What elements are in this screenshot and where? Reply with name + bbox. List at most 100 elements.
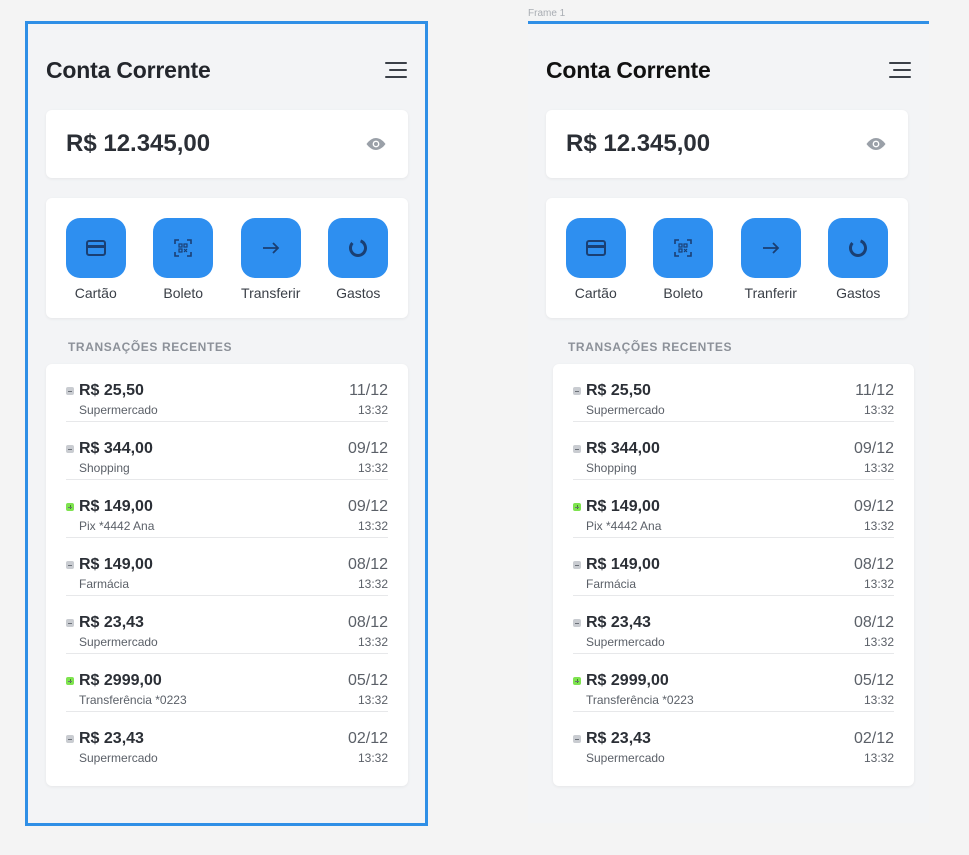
barcode-icon bbox=[674, 239, 693, 257]
transaction-description: Shopping bbox=[79, 461, 130, 475]
section-title: TRANSAÇÕES RECENTES bbox=[68, 340, 233, 354]
transaction-amount: R$ 25,50 bbox=[79, 382, 144, 399]
transaction-description: Supermercado bbox=[586, 403, 665, 417]
transaction-time: 13:32 bbox=[863, 751, 894, 765]
page-title: Conta Corrente bbox=[546, 56, 711, 83]
frame-label: Frame 1 bbox=[528, 8, 566, 19]
transaction-row[interactable]: R$ 149,00 Pix *4442 Ana 09/12 13:32 bbox=[66, 480, 388, 538]
transaction-row[interactable]: R$ 25,50 Supermercado 11/12 13:32 bbox=[573, 364, 894, 422]
transaction-date: 05/12 bbox=[853, 672, 894, 689]
action-boleto-button[interactable]: Boleto bbox=[643, 218, 723, 318]
action-card-button[interactable]: Cartão bbox=[556, 218, 636, 318]
screen-right: Conta Corrente R$ 12.345,00 Cartão Bolet… bbox=[528, 21, 929, 823]
credit-icon bbox=[66, 677, 74, 685]
transaction-time: 13:32 bbox=[357, 519, 388, 533]
transaction-time: 13:32 bbox=[357, 693, 388, 707]
balance-value: R$ 12.345,00 bbox=[566, 130, 711, 157]
action-label: Tranferir bbox=[744, 285, 797, 301]
transaction-description: Transferência *0223 bbox=[79, 693, 187, 707]
action-transfer-button[interactable]: Transferir bbox=[231, 218, 311, 318]
action-transfer-button[interactable]: Tranferir bbox=[731, 218, 811, 318]
debit-icon bbox=[66, 561, 74, 569]
transaction-row[interactable]: R$ 344,00 Shopping 09/12 13:32 bbox=[573, 422, 894, 480]
transaction-description: Farmácia bbox=[586, 577, 637, 591]
transaction-row[interactable]: R$ 23,43 Supermercado 02/12 13:32 bbox=[66, 712, 388, 770]
transaction-date: 08/12 bbox=[347, 614, 388, 631]
donut-chart-icon bbox=[349, 239, 368, 257]
transaction-row[interactable]: R$ 149,00 Farmácia 08/12 13:32 bbox=[573, 538, 894, 596]
transactions-list: R$ 25,50 Supermercado 11/12 13:32 R$ 344… bbox=[46, 364, 408, 786]
action-label: Transferir bbox=[241, 285, 301, 301]
transaction-time: 13:32 bbox=[863, 461, 894, 475]
transaction-row[interactable]: R$ 25,50 Supermercado 11/12 13:32 bbox=[66, 364, 388, 422]
barcode-icon bbox=[174, 239, 193, 257]
action-boleto-button[interactable]: Boleto bbox=[143, 218, 223, 318]
transaction-date: 09/12 bbox=[853, 440, 894, 457]
header: Conta Corrente bbox=[546, 54, 911, 86]
transaction-date: 08/12 bbox=[853, 614, 894, 631]
action-expenses-button[interactable]: Gastos bbox=[318, 218, 398, 318]
transaction-time: 13:32 bbox=[863, 403, 894, 417]
transaction-date: 02/12 bbox=[347, 730, 388, 747]
transaction-description: Shopping bbox=[586, 461, 637, 475]
eye-icon[interactable] bbox=[864, 136, 888, 152]
transaction-amount: R$ 149,00 bbox=[586, 556, 660, 573]
credit-icon bbox=[573, 677, 581, 685]
action-label: Boleto bbox=[663, 285, 704, 301]
actions-card: Cartão Boleto Tranferir Gastos bbox=[546, 198, 908, 318]
page-title: Conta Corrente bbox=[46, 56, 211, 83]
transaction-amount: R$ 149,00 bbox=[586, 498, 660, 515]
actions-card: Cartão Boleto Transferir Gastos bbox=[46, 198, 408, 318]
debit-icon bbox=[573, 735, 581, 743]
transaction-amount: R$ 23,43 bbox=[79, 730, 144, 747]
menu-icon[interactable] bbox=[385, 61, 407, 79]
transaction-date: 08/12 bbox=[347, 556, 388, 573]
action-expenses-button[interactable]: Gastos bbox=[818, 218, 898, 318]
transaction-date: 09/12 bbox=[347, 440, 388, 457]
transaction-row[interactable]: R$ 23,43 Supermercado 08/12 13:32 bbox=[573, 596, 894, 654]
header: Conta Corrente bbox=[46, 54, 407, 86]
transaction-time: 13:32 bbox=[863, 635, 894, 649]
transaction-date: 08/12 bbox=[853, 556, 894, 573]
transaction-time: 13:32 bbox=[863, 577, 894, 591]
transaction-date: 09/12 bbox=[347, 498, 388, 515]
transaction-time: 13:32 bbox=[357, 403, 388, 417]
transaction-date: 02/12 bbox=[853, 730, 894, 747]
transaction-time: 13:32 bbox=[357, 751, 388, 765]
transaction-row[interactable]: R$ 149,00 Pix *4442 Ana 09/12 13:32 bbox=[573, 480, 894, 538]
menu-icon[interactable] bbox=[889, 61, 911, 79]
transaction-amount: R$ 149,00 bbox=[79, 498, 153, 515]
transaction-amount: R$ 25,50 bbox=[586, 382, 651, 399]
transaction-date: 05/12 bbox=[347, 672, 388, 689]
card-icon bbox=[85, 240, 106, 256]
balance-card: R$ 12.345,00 bbox=[546, 110, 908, 178]
transaction-date: 11/12 bbox=[349, 382, 388, 399]
transaction-row[interactable]: R$ 23,43 Supermercado 02/12 13:32 bbox=[573, 712, 894, 770]
transaction-description: Pix *4442 Ana bbox=[79, 519, 155, 533]
action-label: Boleto bbox=[163, 285, 204, 301]
transaction-row[interactable]: R$ 23,43 Supermercado 08/12 13:32 bbox=[66, 596, 388, 654]
action-card-button[interactable]: Cartão bbox=[56, 218, 136, 318]
transaction-description: Supermercado bbox=[586, 635, 665, 649]
action-label: Gastos bbox=[836, 285, 881, 301]
section-title: TRANSAÇÕES RECENTES bbox=[568, 340, 733, 354]
debit-icon bbox=[573, 619, 581, 627]
credit-icon bbox=[573, 503, 581, 511]
transaction-date: 09/12 bbox=[853, 498, 894, 515]
transaction-description: Supermercado bbox=[79, 635, 158, 649]
transaction-row[interactable]: R$ 149,00 Farmácia 08/12 13:32 bbox=[66, 538, 388, 596]
transaction-row[interactable]: R$ 344,00 Shopping 09/12 13:32 bbox=[66, 422, 388, 480]
transaction-time: 13:32 bbox=[357, 461, 388, 475]
screen-left: Conta Corrente R$ 12.345,00 Cartão Bolet… bbox=[25, 21, 428, 826]
transaction-row[interactable]: R$ 2999,00 Transferência *0223 05/12 13:… bbox=[573, 654, 894, 712]
transaction-row[interactable]: R$ 2999,00 Transferência *0223 05/12 13:… bbox=[66, 654, 388, 712]
debit-icon bbox=[66, 445, 74, 453]
arrow-right-icon bbox=[262, 242, 280, 254]
transaction-time: 13:32 bbox=[863, 693, 894, 707]
transaction-amount: R$ 2999,00 bbox=[586, 672, 669, 689]
transaction-amount: R$ 23,43 bbox=[79, 614, 144, 631]
transaction-description: Supermercado bbox=[586, 751, 665, 765]
eye-icon[interactable] bbox=[364, 136, 388, 152]
balance-value: R$ 12.345,00 bbox=[66, 130, 211, 157]
transaction-amount: R$ 23,43 bbox=[586, 614, 651, 631]
